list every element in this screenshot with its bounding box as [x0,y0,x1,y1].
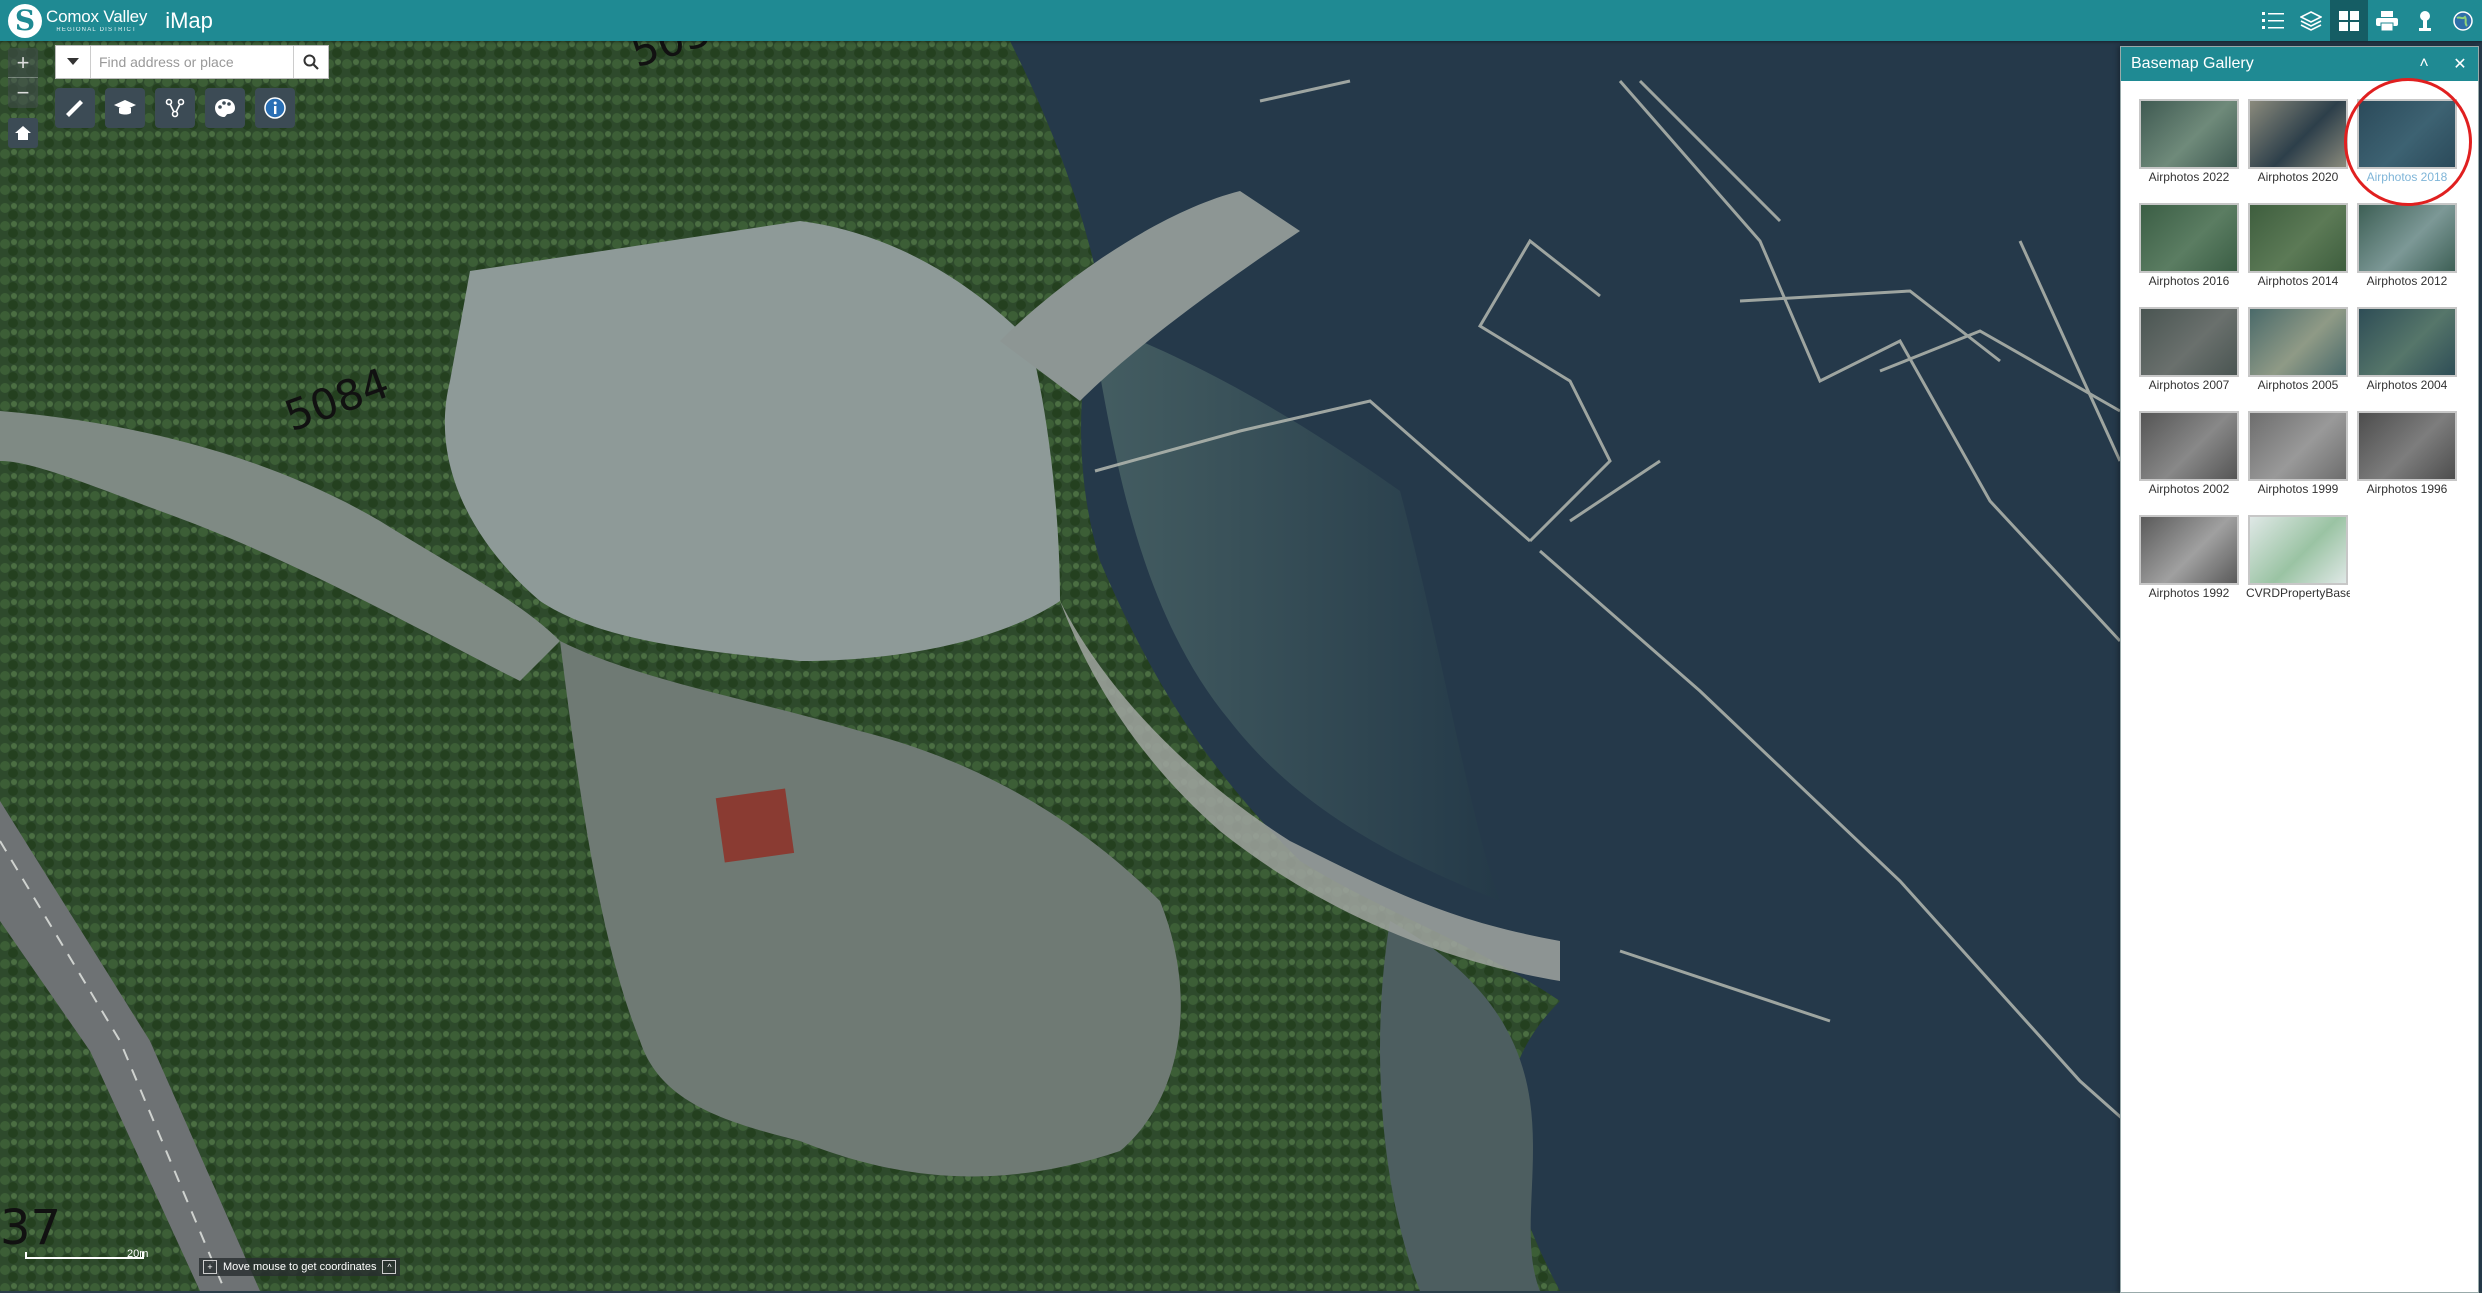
crosshair-icon[interactable]: + [203,1260,217,1274]
basemap-label: Airphotos 2004 [2366,378,2448,392]
basemap-thumbnail[interactable] [2248,515,2348,585]
basemap-thumbnail[interactable] [2139,307,2239,377]
identify-button[interactable] [255,88,295,128]
basemap-label: Airphotos 2014 [2257,274,2339,288]
close-panel-button[interactable]: ✕ [2442,54,2478,74]
legend-list-icon[interactable] [2254,0,2292,41]
caret-down-icon [67,58,79,65]
basemap-gallery-panel: Basemap Gallery ˄ ✕ Airphotos 2022 Airpho… [2120,46,2479,1293]
search-input[interactable] [91,46,293,78]
panel-title: Basemap Gallery [2131,55,2254,72]
basemap-item[interactable]: Airphotos 2007 [2137,307,2241,402]
basemap-thumbnail[interactable] [2357,203,2457,273]
header-toolbar [2254,0,2482,41]
pin-icon[interactable] [2406,0,2444,41]
app-header: S Comox Valley REGIONAL DISTRICT iMap [0,0,2482,41]
basemap-item[interactable]: Airphotos 2022 [2137,99,2241,194]
layers-icon[interactable] [2292,0,2330,41]
basemap-item[interactable]: Airphotos 1992 [2137,515,2241,610]
parcel-label: 37 [0,1200,62,1256]
logo-subtitle: REGIONAL DISTRICT [56,27,137,33]
measure-ruler-icon [66,100,83,117]
cvrd-logo: S Comox Valley REGIONAL DISTRICT [8,3,148,38]
basemap-item[interactable]: Airphotos 2012 [2355,203,2459,298]
search-button[interactable] [293,46,328,78]
logo-s-icon: S [8,3,42,38]
map-tools [55,88,295,128]
draw-button[interactable] [155,88,195,128]
basemap-item[interactable]: CVRDPropertyBase [2246,515,2350,610]
measure-button[interactable] [55,88,95,128]
coordinates-widget[interactable]: + Move mouse to get coordinates ^ [199,1258,401,1276]
basemap-thumbnail[interactable] [2248,411,2348,481]
basemap-item[interactable]: Airphotos 2014 [2246,203,2350,298]
basemap-label: Airphotos 1992 [2148,586,2230,600]
aerial-imagery [0,41,2482,1291]
basemap-label: Airphotos 1999 [2257,482,2339,496]
basemap-item[interactable]: Airphotos 2002 [2137,411,2241,506]
search-icon [303,54,319,70]
basemap-item[interactable]: Airphotos 1996 [2355,411,2459,506]
basemap-label: Airphotos 2002 [2148,482,2230,496]
basemap-label: Airphotos 2005 [2257,378,2339,392]
basemap-label: Airphotos 2007 [2148,378,2230,392]
search-source-dropdown[interactable] [56,46,91,78]
basemap-label: Airphotos 1996 [2366,482,2448,496]
education-button[interactable] [105,88,145,128]
scale-label: 20m [127,1248,149,1260]
home-icon [15,126,31,140]
coords-expand-button[interactable]: ^ [382,1260,397,1274]
palette-icon [215,99,235,117]
basemap-thumbnail[interactable] [2139,411,2239,481]
zoom-in-button[interactable]: + [8,48,38,78]
basemap-thumbnail[interactable] [2139,99,2239,169]
panel-header: Basemap Gallery ˄ ✕ [2121,47,2478,81]
basemap-label: Airphotos 2022 [2148,170,2230,184]
basemap-label: Airphotos 2016 [2148,274,2230,288]
map-view[interactable] [0,41,2482,1291]
home-button[interactable] [8,118,38,148]
scale-bar: 20m [25,1248,148,1260]
graduation-cap-icon [114,100,136,115]
basemap-thumbnail[interactable] [2139,515,2239,585]
app-title: iMap [165,7,213,33]
search-widget [55,45,329,79]
coordinates-text: Move mouse to get coordinates [223,1261,377,1273]
basemap-label: Airphotos 2012 [2366,274,2448,288]
collapse-panel-button[interactable]: ˄ [2406,55,2442,73]
basemap-thumbnail[interactable] [2139,203,2239,273]
draw-tools-icon [165,98,185,118]
zoom-control: + − [8,48,38,108]
basemap-grid-icon[interactable] [2330,0,2368,41]
basemap-thumbnail[interactable] [2248,99,2348,169]
basemap-item[interactable]: Airphotos 2004 [2355,307,2459,402]
logo-name: Comox Valley [46,7,148,26]
basemap-thumbnail[interactable] [2248,203,2348,273]
basemap-item[interactable]: Airphotos 2020 [2246,99,2350,194]
basemap-item[interactable]: Airphotos 1999 [2246,411,2350,506]
style-button[interactable] [205,88,245,128]
basemap-thumbnail[interactable] [2357,99,2457,169]
zoom-out-button[interactable]: − [8,78,38,107]
globe-icon[interactable] [2444,0,2482,41]
basemap-thumbnail[interactable] [2357,411,2457,481]
basemap-item[interactable]: Airphotos 2005 [2246,307,2350,402]
basemap-label: Airphotos 2018 [2366,170,2448,184]
basemap-thumbnail[interactable] [2357,307,2457,377]
basemap-label: Airphotos 2020 [2257,170,2339,184]
basemap-thumbnail[interactable] [2248,307,2348,377]
basemap-label: CVRDPropertyBase [2246,586,2350,600]
info-icon [264,97,286,119]
basemap-item[interactable]: Airphotos 2018 [2355,99,2459,194]
basemap-item[interactable]: Airphotos 2016 [2137,203,2241,298]
print-icon[interactable] [2368,0,2406,41]
